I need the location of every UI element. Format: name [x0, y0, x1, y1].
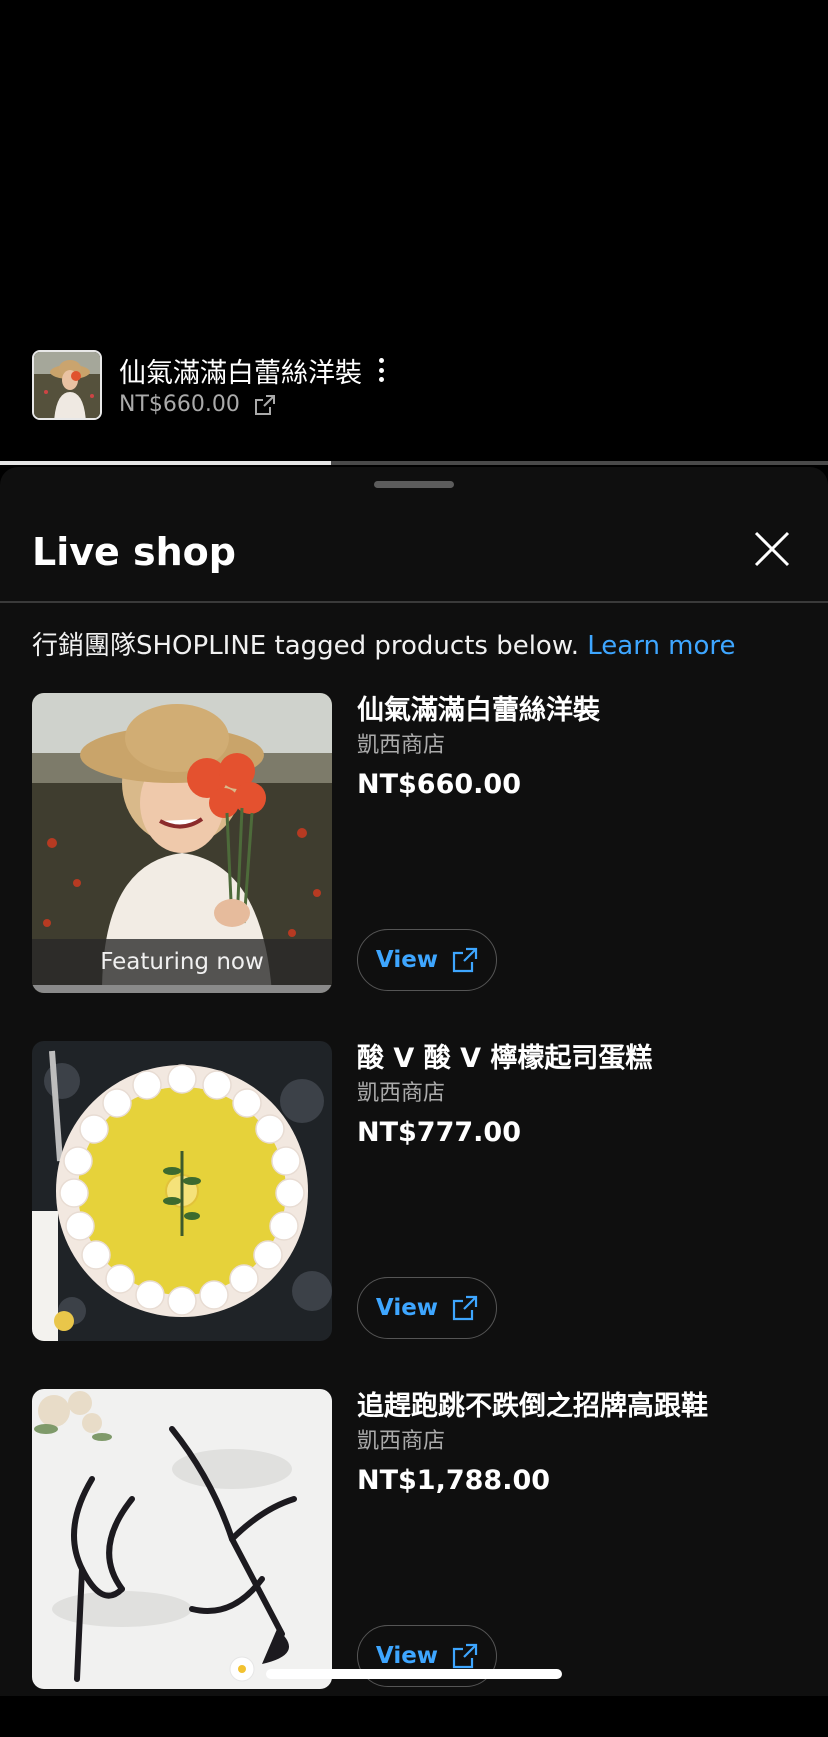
- featured-indicator-strip: [32, 985, 332, 993]
- pinned-product[interactable]: 仙氣滿滿白蕾絲洋裝 NT$660.00: [32, 350, 388, 420]
- note-text: 行銷團隊SHOPLINE tagged products below.: [32, 631, 579, 661]
- product-item[interactable]: 酸 V 酸 V 檸檬起司蛋糕 凱西商店 NT$777.00 View: [32, 1041, 812, 1389]
- tagged-products-note: 行銷團隊SHOPLINE tagged products below. Lear…: [32, 625, 736, 662]
- pinned-product-title: 仙氣滿滿白蕾絲洋裝: [119, 357, 362, 389]
- close-icon[interactable]: [752, 529, 792, 569]
- product-price: NT$777.00: [357, 1117, 521, 1148]
- product-shop: 凱西商店: [357, 1081, 446, 1106]
- product-image[interactable]: [32, 1389, 332, 1689]
- sheet-title: Live shop: [32, 530, 236, 574]
- sheet-header: Live shop: [0, 527, 828, 601]
- product-name: 酸 V 酸 V 檸檬起司蛋糕: [357, 1043, 653, 1074]
- learn-more-link[interactable]: Learn more: [587, 631, 735, 661]
- product-price: NT$660.00: [357, 769, 521, 800]
- view-button-label: View: [375, 1295, 439, 1321]
- product-item[interactable]: Featuring now 仙氣滿滿白蕾絲洋裝 凱西商店 NT$660.00 V…: [32, 693, 812, 1041]
- view-button[interactable]: View: [357, 1277, 497, 1339]
- product-name: 仙氣滿滿白蕾絲洋裝: [357, 695, 600, 726]
- more-vert-icon[interactable]: [374, 356, 388, 384]
- product-shop: 凱西商店: [357, 733, 446, 758]
- product-image[interactable]: [32, 1041, 332, 1341]
- external-link-icon[interactable]: [254, 394, 276, 416]
- video-progress-bar[interactable]: [0, 461, 828, 465]
- external-link-icon: [452, 1643, 478, 1669]
- featuring-now-badge: Featuring now: [32, 939, 332, 985]
- product-image[interactable]: Featuring now: [32, 693, 332, 993]
- video-progress-fill: [0, 461, 332, 465]
- view-button[interactable]: View: [357, 929, 497, 991]
- pinned-product-price: NT$660.00: [119, 392, 240, 417]
- view-button-label: View: [375, 1643, 439, 1669]
- product-list: Featuring now 仙氣滿滿白蕾絲洋裝 凱西商店 NT$660.00 V…: [32, 693, 812, 1737]
- external-link-icon: [452, 1295, 478, 1321]
- product-price: NT$1,788.00: [357, 1465, 551, 1496]
- external-link-icon: [452, 947, 478, 973]
- pinned-product-thumbnail[interactable]: [32, 350, 102, 420]
- live-shop-sheet: Live shop 行銷團隊SHOPLINE tagged products b…: [0, 467, 828, 1696]
- view-button-label: View: [375, 947, 439, 973]
- drag-handle[interactable]: [374, 481, 454, 488]
- header-divider: [0, 601, 828, 603]
- home-indicator[interactable]: [266, 1669, 562, 1679]
- product-name: 追趕跑跳不跌倒之招牌高跟鞋: [357, 1391, 708, 1422]
- video-area[interactable]: 仙氣滿滿白蕾絲洋裝 NT$660.00: [0, 0, 828, 460]
- product-shop: 凱西商店: [357, 1429, 446, 1454]
- product-item[interactable]: 追趕跑跳不跌倒之招牌高跟鞋 凱西商店 NT$1,788.00 View: [32, 1389, 812, 1737]
